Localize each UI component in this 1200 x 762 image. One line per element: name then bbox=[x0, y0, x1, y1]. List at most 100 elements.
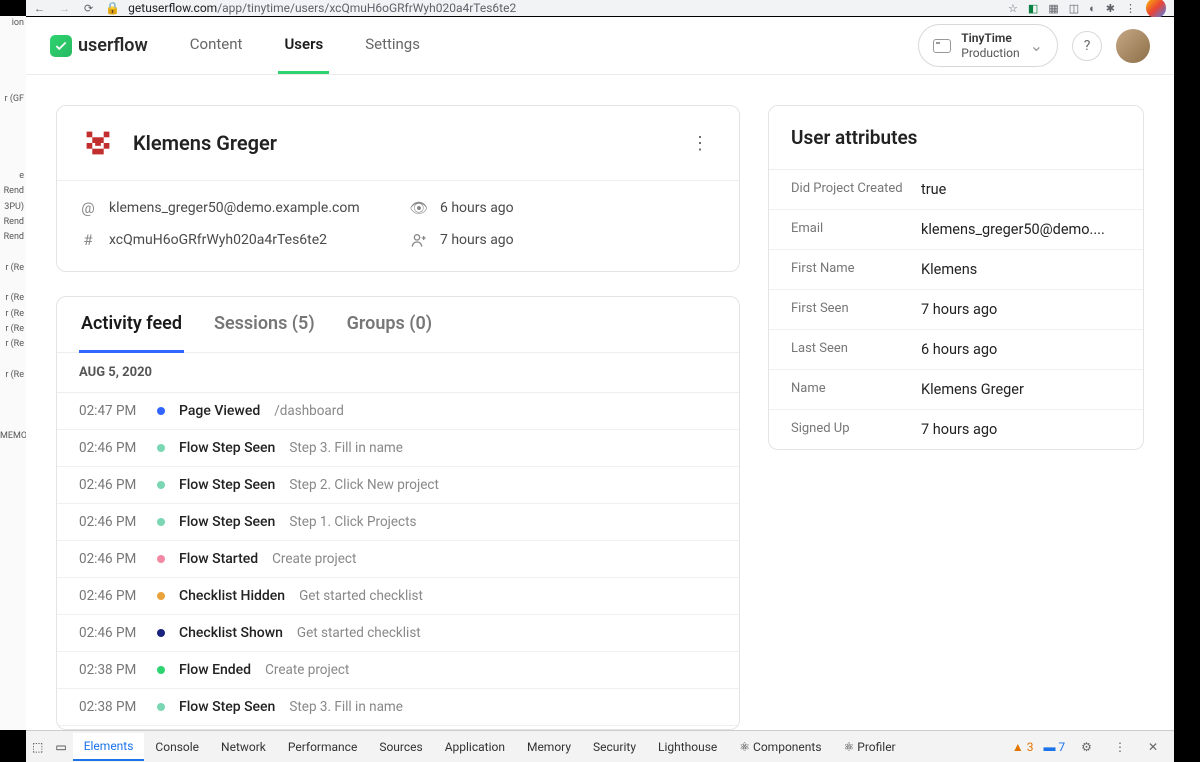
feed-row[interactable]: 02:38 PMFlow Step SeenStep 2. Click New … bbox=[57, 726, 739, 729]
close-icon[interactable]: ✕ bbox=[1142, 740, 1164, 754]
nav-tab-users[interactable]: Users bbox=[278, 17, 329, 74]
devtools-tab[interactable]: Sources bbox=[368, 734, 433, 760]
devtools-tab[interactable]: Console bbox=[144, 734, 210, 760]
event-detail: Get started checklist bbox=[299, 588, 423, 604]
feed-time: 02:46 PM bbox=[79, 477, 143, 493]
event-detail: /dashboard bbox=[274, 403, 344, 419]
event-name: Page Viewed bbox=[179, 403, 260, 419]
more-button[interactable]: ⋮ bbox=[683, 129, 717, 158]
background-gutter: ion r (GF eRend3PU)RendRend r (Rer (Rer … bbox=[0, 16, 26, 730]
identicon bbox=[79, 124, 117, 162]
attr-value: Klemens bbox=[921, 261, 1121, 278]
event-name: Checklist Hidden bbox=[179, 588, 285, 604]
devtools-tab[interactable]: Performance bbox=[277, 734, 368, 760]
feed-tab[interactable]: Sessions (5) bbox=[212, 297, 317, 353]
attr-key: Email bbox=[791, 221, 921, 238]
feed-row[interactable]: 02:46 PMFlow Step SeenStep 1. Click Proj… bbox=[57, 504, 739, 541]
feed-row[interactable]: 02:38 PMFlow EndedCreate project bbox=[57, 652, 739, 689]
attr-value: true bbox=[921, 181, 1121, 198]
extension-icon[interactable]: ◧ bbox=[1028, 2, 1038, 15]
environment-switcher[interactable]: TinyTime Production ⌄ bbox=[918, 24, 1058, 67]
browser-toolbar: ← → ⟳ 🔒 getuserflow.com/app/tinytime/use… bbox=[26, 0, 1174, 16]
event-name: Checklist Shown bbox=[179, 625, 283, 641]
event-name: Flow Step Seen bbox=[179, 477, 275, 493]
url-domain: getuserflow.com bbox=[128, 1, 217, 15]
feed-row[interactable]: 02:46 PMChecklist ShownGet started check… bbox=[57, 615, 739, 652]
feed-time: 02:38 PM bbox=[79, 699, 143, 715]
feed-row[interactable]: 02:46 PMFlow Step SeenStep 3. Fill in na… bbox=[57, 430, 739, 467]
user-last-seen: 👁 6 hours ago bbox=[410, 199, 717, 217]
feed-row[interactable]: 02:46 PMFlow StartedCreate project bbox=[57, 541, 739, 578]
at-icon: @ bbox=[79, 199, 97, 217]
event-dot bbox=[157, 444, 165, 452]
extension-icon[interactable]: ◐ bbox=[1089, 2, 1096, 15]
attr-row: Last Seen6 hours ago bbox=[769, 330, 1143, 370]
warnings-badge[interactable]: ▲ 3 bbox=[1012, 740, 1034, 754]
nav-tab-settings[interactable]: Settings bbox=[359, 17, 426, 74]
event-detail: Step 2. Click New project bbox=[289, 477, 439, 493]
url-path: /app/tinytime/users/xcQmuH6oGRfrWyh020a4… bbox=[217, 1, 516, 15]
more-icon[interactable]: ⋮ bbox=[1108, 740, 1132, 754]
devtools-tab[interactable]: ⚛ Components bbox=[728, 734, 832, 760]
devtools-tab[interactable]: Memory bbox=[516, 734, 582, 760]
help-button[interactable]: ? bbox=[1072, 31, 1102, 61]
user-signed-up: 7 hours ago bbox=[410, 231, 717, 249]
attr-key: Signed Up bbox=[791, 421, 921, 438]
devtools-tab[interactable]: Security bbox=[582, 734, 647, 760]
feed-time: 02:46 PM bbox=[79, 514, 143, 530]
feed-time: 02:46 PM bbox=[79, 625, 143, 641]
feed-tab[interactable]: Groups (0) bbox=[345, 297, 434, 353]
event-detail: Step 3. Fill in name bbox=[289, 699, 403, 715]
feed-tabs: Activity feed Sessions (5) Groups (0) bbox=[57, 297, 739, 353]
logo[interactable]: userflow bbox=[50, 35, 148, 57]
star-icon[interactable]: ☆ bbox=[1008, 2, 1018, 15]
extension-icon[interactable]: ◫ bbox=[1069, 2, 1079, 15]
event-name: Flow Step Seen bbox=[179, 699, 275, 715]
attributes-list: Did Project CreatedtrueEmailklemens_greg… bbox=[769, 170, 1143, 449]
reload-icon[interactable]: ⟳ bbox=[84, 2, 93, 15]
feed-tab[interactable]: Activity feed bbox=[79, 297, 184, 353]
attributes-card: User attributes Did Project CreatedtrueE… bbox=[768, 105, 1144, 450]
feed-time: 02:46 PM bbox=[79, 551, 143, 567]
eye-icon: 👁 bbox=[410, 199, 428, 217]
address-bar[interactable]: 🔒 getuserflow.com/app/tinytime/users/xcQ… bbox=[105, 1, 996, 15]
attr-value: 7 hours ago bbox=[921, 301, 1121, 318]
attr-value: 7 hours ago bbox=[921, 421, 1121, 438]
devtools-tab[interactable]: Network bbox=[210, 734, 277, 760]
devtools-tab[interactable]: ⚛ Profiler bbox=[833, 734, 907, 760]
forward-icon[interactable]: → bbox=[59, 2, 70, 15]
messages-badge[interactable]: ▬ 7 bbox=[1043, 740, 1065, 754]
feed-row[interactable]: 02:46 PM Flow Step Seen Step 2. Click New … bbox=[57, 467, 739, 504]
user-name: Klemens Greger bbox=[133, 131, 277, 155]
attr-key: First Seen bbox=[791, 301, 921, 318]
event-detail: Step 3. Fill in name bbox=[289, 440, 403, 456]
feed-row[interactable]: 02:47 PMPage Viewed/dashboard bbox=[57, 393, 739, 430]
profile-avatar[interactable] bbox=[1146, 0, 1166, 18]
activity-card: Activity feedSessions (5)Groups (0) AUG … bbox=[56, 296, 740, 730]
device-icon[interactable]: ▭ bbox=[49, 740, 72, 754]
attr-key: First Name bbox=[791, 261, 921, 278]
user-card: Klemens Greger ⋮ @ klemens_greger50@demo… bbox=[56, 105, 740, 272]
event-dot bbox=[157, 629, 165, 637]
event-name: Flow Step Seen bbox=[179, 514, 275, 530]
devtools-tab[interactable]: Elements bbox=[73, 733, 145, 761]
devtools-tab[interactable]: Lighthouse bbox=[647, 734, 728, 760]
feed-row[interactable]: 02:38 PM Flow Step Seen Step 3. Fill in na… bbox=[57, 689, 739, 726]
event-name: Flow Step Seen bbox=[179, 440, 275, 456]
attr-row: NameKlemens Greger bbox=[769, 370, 1143, 410]
app: userflow Content Users Settings TinyTime P… bbox=[26, 17, 1174, 730]
nav-tab-content[interactable]: Content bbox=[184, 17, 249, 74]
env-stage: Production bbox=[961, 46, 1019, 60]
user-avatar[interactable] bbox=[1116, 29, 1150, 63]
menu-icon[interactable]: ⋮ bbox=[1125, 2, 1136, 15]
event-detail: Create project bbox=[272, 551, 356, 567]
extension-icon[interactable]: ▦ bbox=[1048, 2, 1058, 15]
puzzle-icon[interactable]: ✱ bbox=[1106, 2, 1115, 15]
lock-icon: 🔒 bbox=[105, 1, 120, 15]
inspect-icon[interactable]: ⬚ bbox=[26, 740, 49, 754]
attr-value: 6 hours ago bbox=[921, 341, 1121, 358]
devtools-tab[interactable]: Application bbox=[434, 734, 516, 760]
gear-icon[interactable]: ⚙ bbox=[1075, 740, 1098, 754]
back-icon[interactable]: ← bbox=[34, 2, 45, 15]
feed-row[interactable]: 02:46 PMChecklist HiddenGet started chec… bbox=[57, 578, 739, 615]
